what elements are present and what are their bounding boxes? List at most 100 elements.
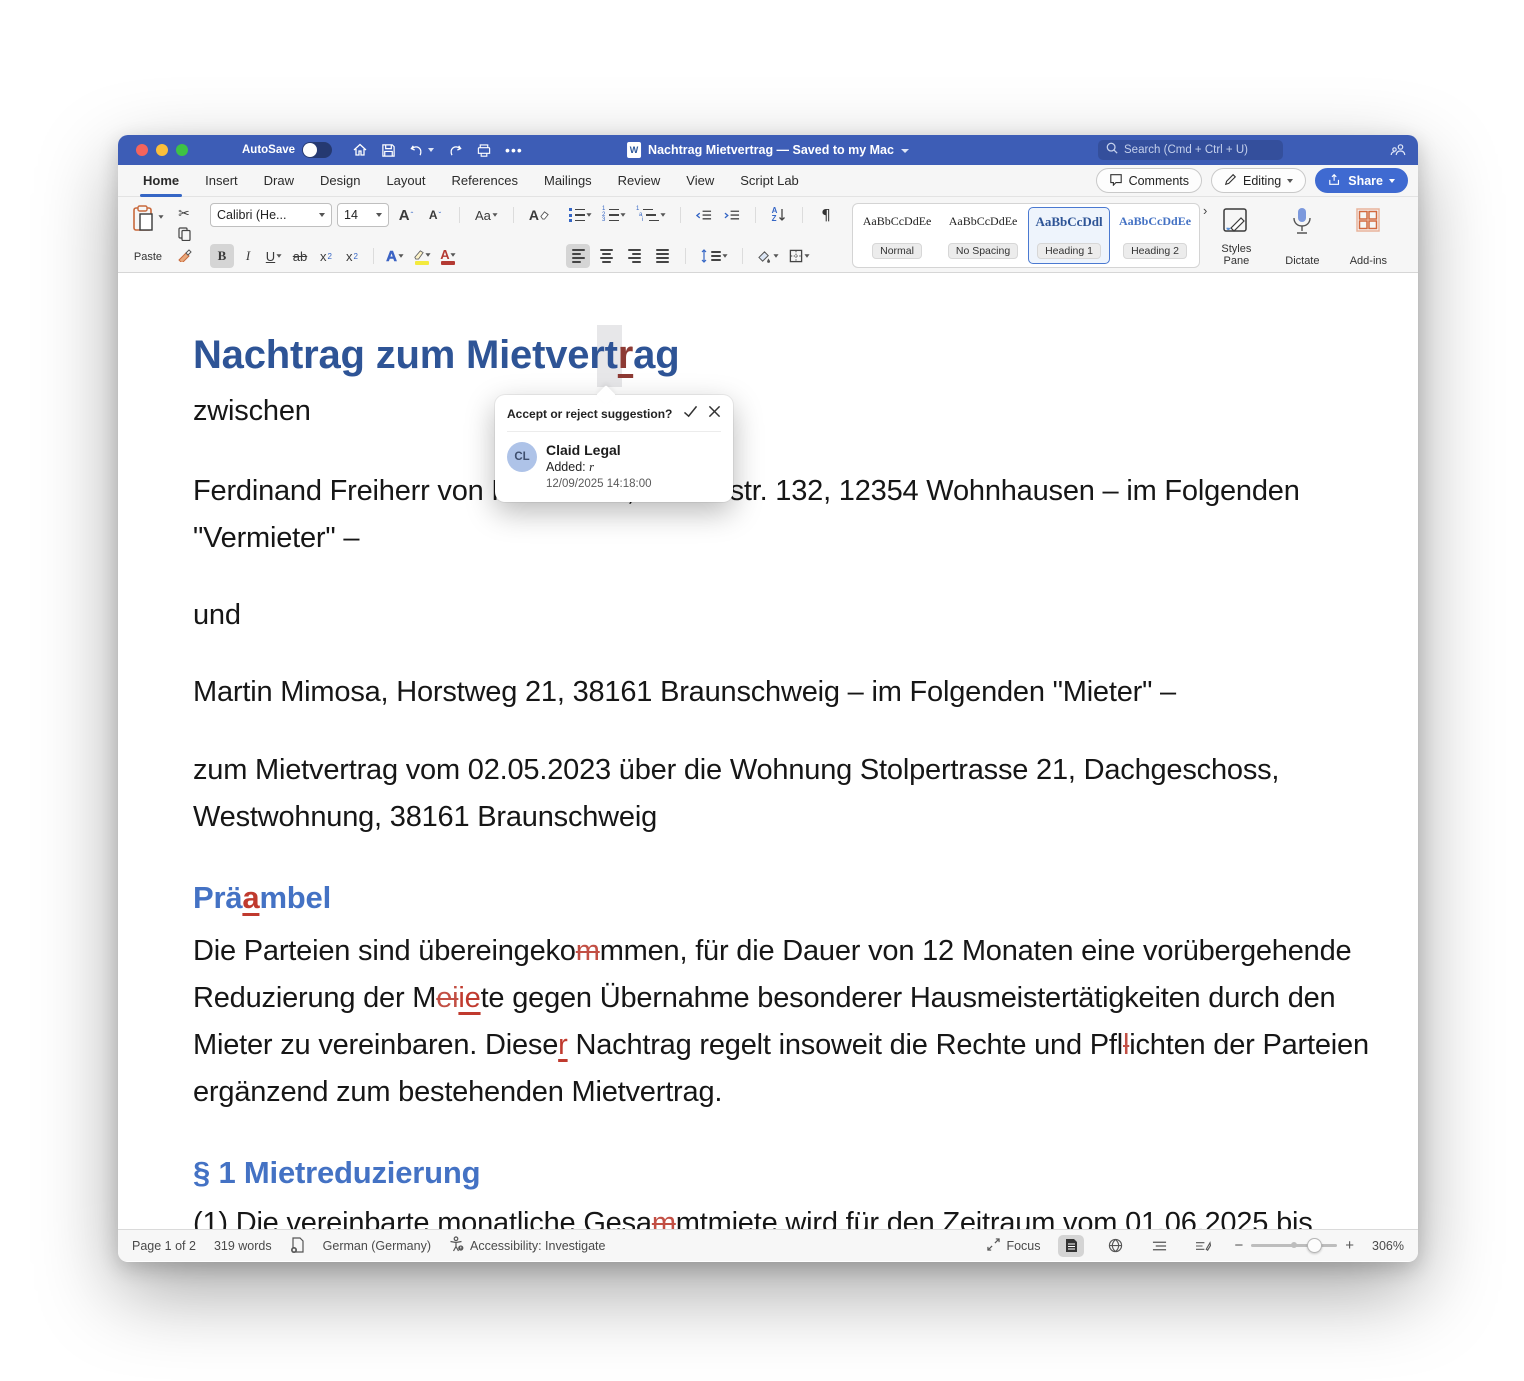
superscript-button[interactable]: x2 — [340, 244, 364, 268]
accept-suggestion-icon[interactable] — [683, 405, 698, 423]
text-segment: (1) Die vereinbarte monatliche Gesa — [193, 1207, 652, 1229]
numbering-button[interactable]: 123 — [599, 203, 629, 227]
comments-button[interactable]: Comments — [1096, 168, 1202, 193]
italic-button[interactable]: I — [236, 244, 260, 268]
borders-button[interactable] — [786, 244, 813, 268]
web-layout-view-button[interactable] — [1102, 1235, 1128, 1257]
multilevel-list-button[interactable]: 1ai — [633, 203, 669, 227]
share-icon — [1328, 173, 1342, 189]
tab-home[interactable]: Home — [130, 165, 192, 197]
tab-mailings[interactable]: Mailings — [531, 165, 605, 197]
editor-button[interactable]: Editor — [1408, 203, 1418, 268]
redo-icon[interactable] — [447, 143, 463, 158]
document-title[interactable]: Nachtrag Mietvertrag — Saved to my Mac — [648, 143, 894, 157]
text-segment: mmen, für die Dauer von 12 Monaten eine … — [600, 935, 1352, 967]
tab-view[interactable]: View — [673, 165, 727, 197]
justify-button[interactable] — [650, 244, 674, 268]
reject-suggestion-icon[interactable] — [708, 405, 721, 423]
outline-view-button[interactable] — [1146, 1235, 1172, 1257]
zoom-slider[interactable] — [1251, 1244, 1337, 1247]
zoom-percentage[interactable]: 306% — [1372, 1239, 1404, 1253]
accessibility-indicator[interactable]: Accessibility: Investigate — [449, 1236, 605, 1255]
text-segment: ag — [633, 333, 679, 377]
bullets-button[interactable] — [566, 203, 595, 227]
tab-layout[interactable]: Layout — [373, 165, 438, 197]
search-input[interactable] — [1124, 144, 1274, 156]
language-indicator[interactable]: German (Germany) — [323, 1239, 431, 1253]
dictate-button[interactable]: Dictate — [1276, 203, 1328, 268]
undo-dropdown-chevron[interactable] — [428, 148, 434, 152]
increase-indent-button[interactable] — [720, 203, 744, 227]
style-normal[interactable]: AaBbCcDdEeNormal — [856, 207, 938, 264]
styles-pane-button[interactable]: Styles Pane — [1210, 203, 1262, 268]
align-right-button[interactable] — [622, 244, 646, 268]
paste-button[interactable]: Paste — [128, 203, 168, 265]
draft-view-button[interactable] — [1190, 1235, 1216, 1257]
zoom-control: − + — [1234, 1237, 1354, 1254]
decrease-indent-button[interactable] — [692, 203, 716, 227]
grow-font-button[interactable]: Aˆ — [394, 203, 418, 227]
zoom-window-button[interactable] — [176, 144, 188, 156]
more-commands-icon[interactable]: ••• — [505, 145, 523, 155]
tab-draw[interactable]: Draw — [251, 165, 307, 197]
share-button[interactable]: Share — [1315, 168, 1408, 193]
focus-mode-button[interactable]: Focus — [987, 1238, 1040, 1254]
copy-icon[interactable] — [172, 224, 196, 244]
clear-formatting-button[interactable]: A — [526, 203, 552, 227]
save-icon[interactable] — [381, 143, 396, 158]
change-case-button[interactable]: Aa — [472, 203, 501, 227]
zoom-in-button[interactable]: + — [1345, 1237, 1354, 1254]
presence-icon[interactable] — [1390, 142, 1406, 163]
minimize-window-button[interactable] — [156, 144, 168, 156]
line-spacing-button[interactable] — [697, 244, 731, 268]
align-left-button[interactable] — [566, 244, 590, 268]
page-indicator[interactable]: Page 1 of 2 — [132, 1239, 196, 1253]
word-count[interactable]: 319 words — [214, 1239, 272, 1253]
search-box[interactable] — [1098, 140, 1283, 160]
tab-script-lab[interactable]: Script Lab — [727, 165, 812, 197]
show-paragraph-marks-button[interactable]: ¶ — [814, 203, 838, 227]
sort-button[interactable]: AZ — [767, 203, 791, 227]
close-window-button[interactable] — [136, 144, 148, 156]
microphone-icon — [1289, 206, 1315, 241]
style-sample: AaBbCcDdl — [1035, 214, 1102, 230]
strikethrough-button[interactable]: ab — [288, 244, 312, 268]
proofing-status-icon[interactable] — [290, 1237, 305, 1254]
font-name-select[interactable]: Calibri (He... — [210, 203, 332, 227]
tab-references[interactable]: References — [439, 165, 531, 197]
tab-design[interactable]: Design — [307, 165, 373, 197]
style-no-spacing[interactable]: AaBbCcDdEeNo Spacing — [942, 207, 1024, 264]
autosave-toggle[interactable] — [302, 142, 332, 158]
shading-button[interactable] — [754, 244, 782, 268]
home-icon[interactable] — [352, 142, 368, 158]
align-center-button[interactable] — [594, 244, 618, 268]
format-painter-icon[interactable] — [172, 245, 196, 265]
styles-gallery-next-icon[interactable]: › — [1200, 203, 1210, 268]
title-dropdown-chevron[interactable] — [901, 149, 909, 153]
font-size-select[interactable]: 14 — [337, 203, 389, 227]
subscript-button[interactable]: x2 — [314, 244, 338, 268]
doc-line: ergänzend zum bestehenden Mietvertrag. — [193, 1076, 722, 1109]
tab-review[interactable]: Review — [605, 165, 674, 197]
tab-insert[interactable]: Insert — [192, 165, 251, 197]
document-canvas[interactable]: Nachtrag zum MietvertragzwischenFerdinan… — [118, 273, 1418, 1229]
zoom-slider-knob[interactable] — [1307, 1238, 1322, 1253]
doc-heading: § 1 Mietreduzierung — [193, 1155, 480, 1191]
text-effects-button[interactable]: A — [383, 244, 407, 268]
undo-icon[interactable] — [409, 143, 434, 158]
editing-mode-button[interactable]: Editing — [1211, 168, 1306, 193]
style-heading-1[interactable]: AaBbCcDdlHeading 1 — [1028, 207, 1110, 264]
underline-button[interactable]: U — [262, 244, 286, 268]
zoom-out-button[interactable]: − — [1234, 1237, 1243, 1254]
tracked-change-segment: m — [652, 1207, 676, 1229]
print-icon[interactable] — [476, 143, 492, 158]
style-heading-2[interactable]: AaBbCcDdEeHeading 2 — [1114, 207, 1196, 264]
cut-icon[interactable]: ✂ — [172, 204, 196, 224]
addins-button[interactable]: Add-ins — [1342, 203, 1394, 268]
font-color-button[interactable]: A — [436, 244, 460, 268]
bold-button[interactable]: B — [210, 244, 234, 268]
shrink-font-button[interactable]: Aˇ — [423, 203, 447, 227]
text-segment: Nachtrag regelt insoweit die Rechte und … — [568, 1029, 1123, 1061]
print-layout-view-button[interactable] — [1058, 1235, 1084, 1257]
highlight-color-button[interactable] — [409, 244, 434, 268]
